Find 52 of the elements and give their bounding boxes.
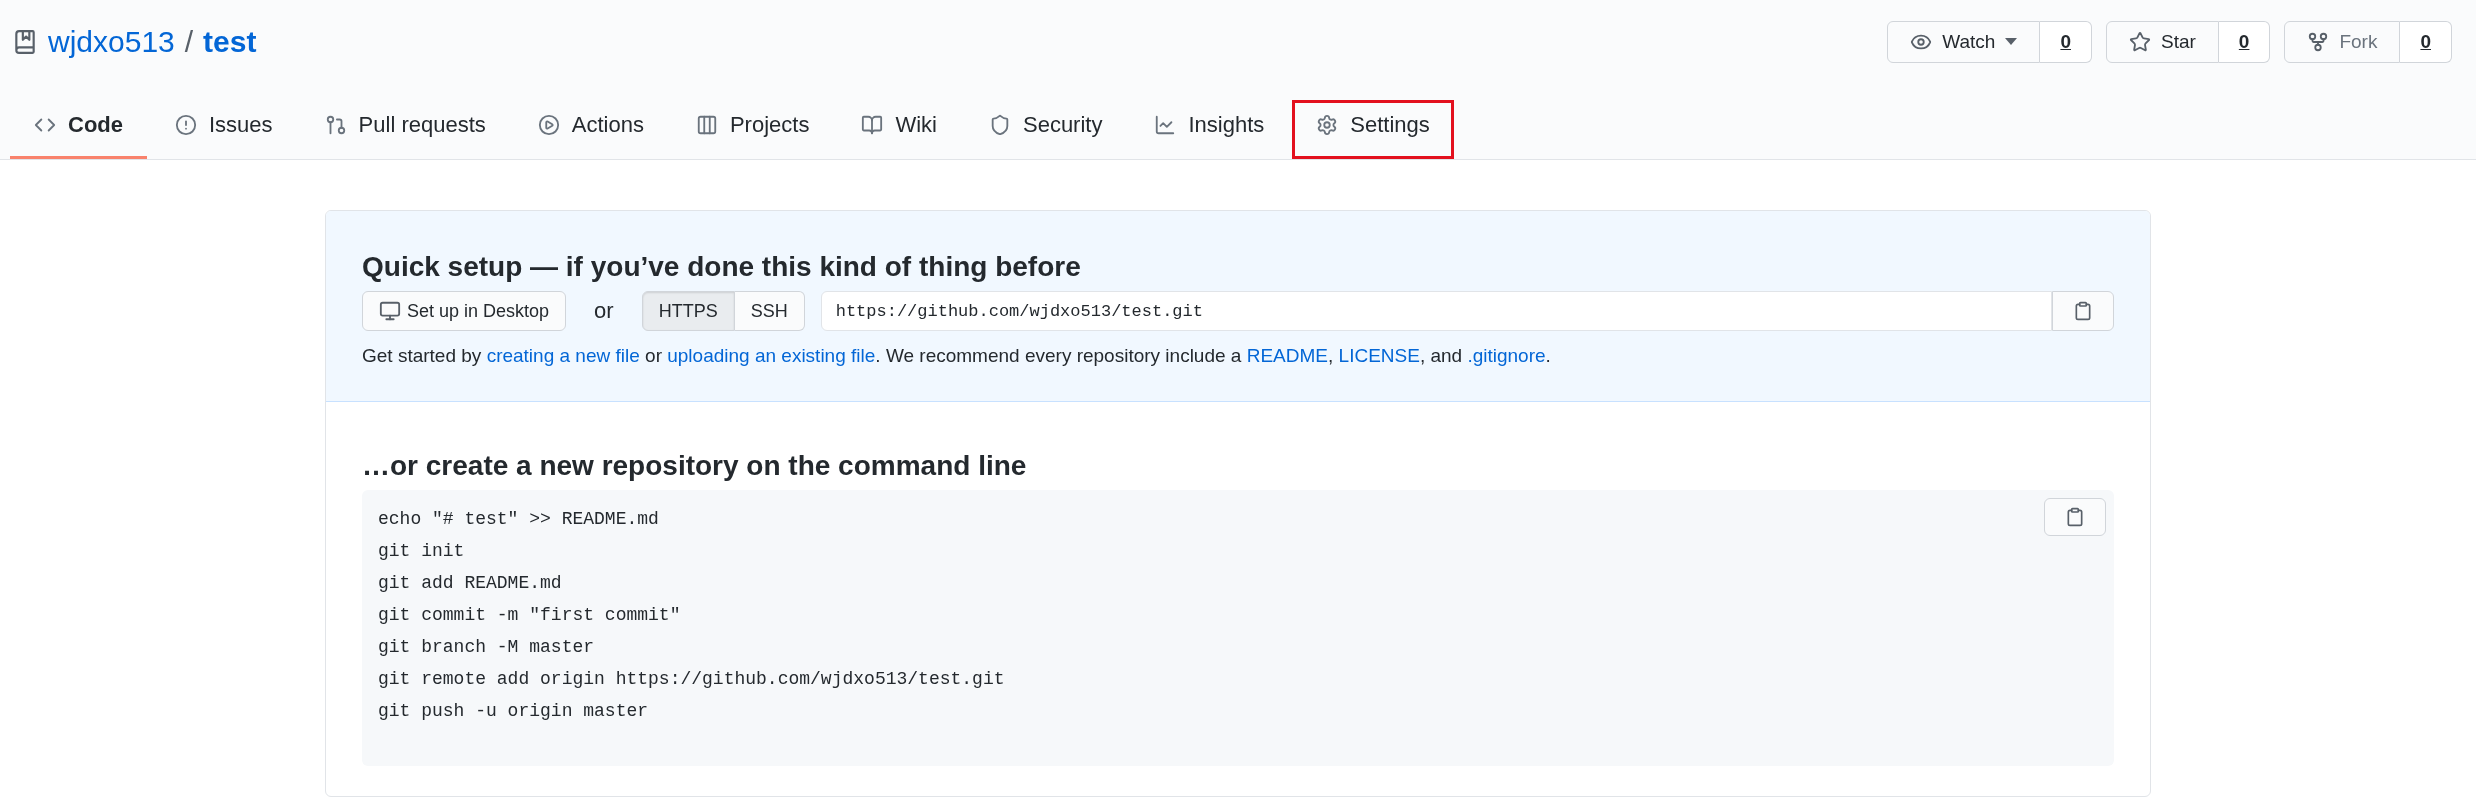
protocol-toggle[interactable]: SSH bbox=[734, 291, 805, 331]
setup-description: Get started by creating a new file or uploading an existing file. We recommend every repository include a README, LICENSE, and .gitignore. bbox=[362, 345, 1552, 367]
code-line: git commit -m "first commit" bbox=[378, 604, 681, 627]
book-icon bbox=[861, 114, 884, 136]
protocol-toggle[interactable]: HTTPS bbox=[641, 291, 735, 331]
play-circle-icon bbox=[537, 114, 560, 136]
line-chart-icon bbox=[1154, 114, 1177, 136]
clipboard-icon bbox=[2073, 301, 2093, 321]
watch-count[interactable]: 0 bbox=[2040, 21, 2092, 63]
nav-tab[interactable]: Settings bbox=[1292, 100, 1454, 159]
section-heading: …or create a new repository on the command line bbox=[362, 450, 1028, 482]
nav-tab[interactable]: Actions bbox=[513, 100, 668, 159]
code-line: git push -u origin master bbox=[378, 700, 649, 723]
repo-icon bbox=[12, 29, 38, 55]
watch-button[interactable]: Watch bbox=[1887, 21, 2041, 63]
path-separator: / bbox=[184, 25, 194, 59]
nav-tab[interactable]: Security bbox=[964, 100, 1127, 159]
nav-tab[interactable]: Issues bbox=[151, 100, 297, 159]
monitor-icon bbox=[379, 300, 401, 322]
settings-icon bbox=[1316, 114, 1339, 136]
section-heading: Quick setup — if you’ve done this kind of thing before bbox=[362, 251, 1082, 283]
code-line: git branch -M master bbox=[378, 636, 595, 659]
nav-tab[interactable]: Wiki bbox=[837, 100, 961, 159]
text-link[interactable]: .gitignore bbox=[1467, 345, 1546, 366]
desktop-setup-button[interactable]: Set up in Desktop bbox=[362, 291, 567, 331]
repo-owner-link[interactable]: wjdxo513 bbox=[48, 25, 175, 59]
copy-button[interactable] bbox=[2052, 291, 2114, 331]
text-link[interactable]: creating a new file bbox=[486, 345, 640, 366]
pull-request-icon bbox=[324, 114, 347, 136]
board-icon bbox=[695, 114, 718, 136]
text-link[interactable]: LICENSE bbox=[1338, 345, 1420, 366]
repo-name-link[interactable]: test bbox=[203, 25, 257, 59]
nav-tab[interactable]: Insights bbox=[1130, 100, 1289, 159]
fork-icon bbox=[2307, 31, 2330, 53]
or-label: or bbox=[594, 298, 614, 324]
nav-tab[interactable]: Projects bbox=[671, 100, 834, 159]
code-line: echo "# test" >> README.md bbox=[378, 508, 659, 531]
text-link[interactable]: uploading an existing file bbox=[667, 345, 876, 366]
code-line: git add README.md bbox=[378, 572, 562, 595]
code-line: git init bbox=[378, 540, 465, 563]
text-link[interactable]: README bbox=[1246, 345, 1328, 366]
star-button[interactable]: Star bbox=[2106, 21, 2219, 63]
clipboard-icon bbox=[2065, 507, 2085, 527]
caret-icon bbox=[2005, 38, 2018, 46]
nav-tab[interactable]: Pull requests bbox=[300, 100, 510, 159]
nav-tab[interactable]: Code bbox=[10, 100, 147, 159]
alert-circle-icon bbox=[175, 114, 197, 136]
star-count[interactable]: 0 bbox=[2218, 21, 2271, 63]
clone-url-field[interactable]: https://github.com/wjdxo513/test.git bbox=[820, 291, 2052, 331]
star-icon bbox=[2129, 31, 2151, 53]
copy-button[interactable] bbox=[2044, 498, 2106, 536]
code-line: git remote add origin https://github.com/wjdxo513/test.git bbox=[378, 668, 1005, 691]
